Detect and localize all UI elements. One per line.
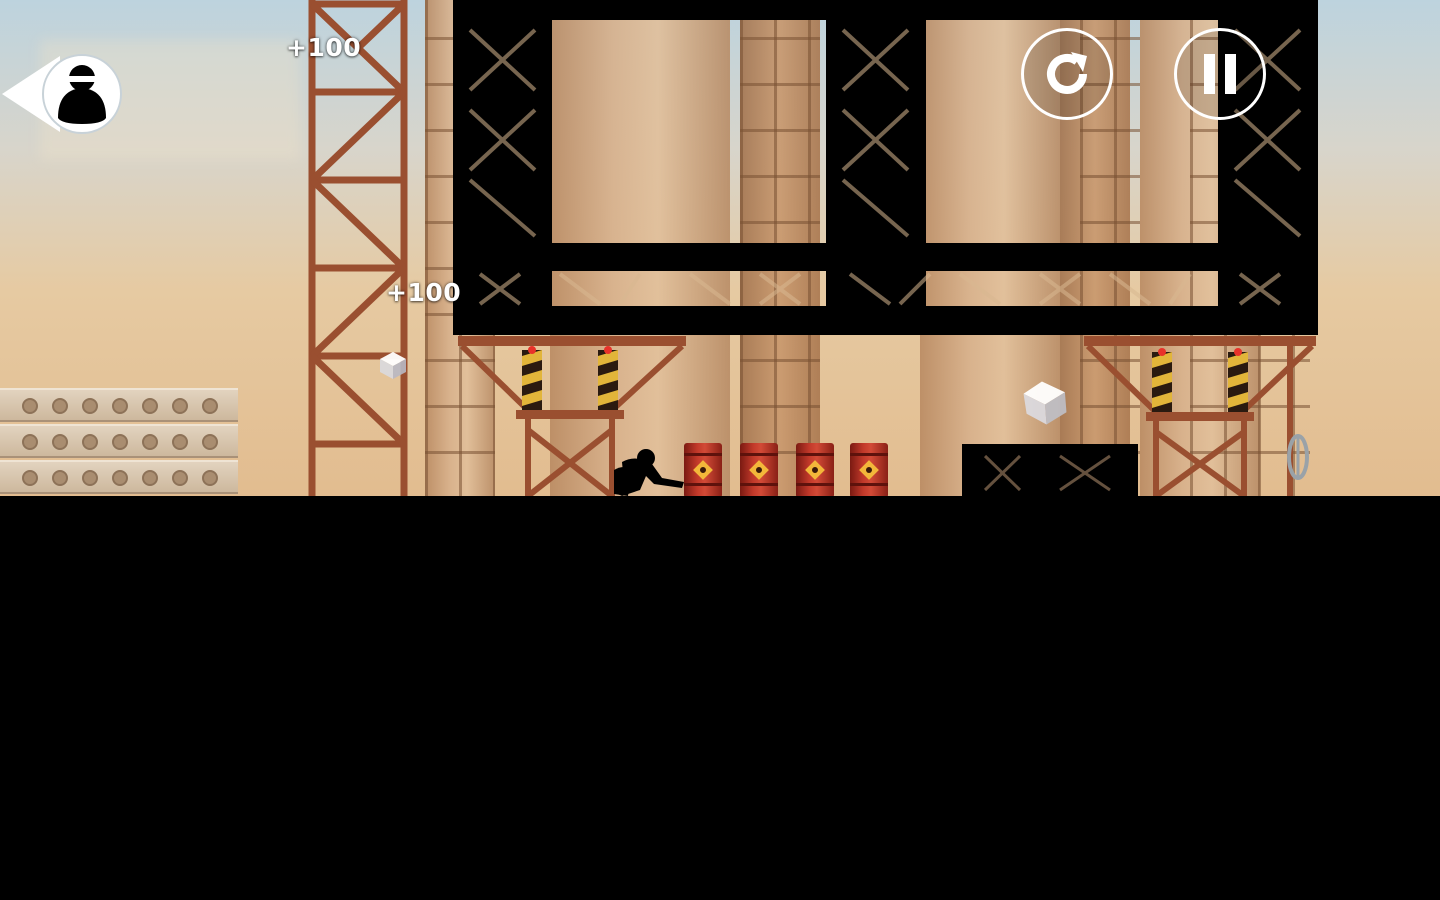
black-crate-frame [962,444,1138,500]
flammable-icon [805,460,825,480]
crane-tower [308,0,408,498]
fuel-barrel [796,443,834,498]
pause-button[interactable] [1174,28,1266,120]
fuel-barrel [850,443,888,498]
flammable-icon [859,460,879,480]
flammable-icon [749,460,769,480]
runner-silhouette [614,449,684,496]
score-popup: +100 [386,278,462,307]
bonus-cube [380,352,406,379]
flammable-icon [693,460,713,480]
score-popup: +100 [286,33,362,62]
restart-icon [1047,52,1087,94]
hazard-post [522,346,618,410]
ground-platform [0,496,1440,900]
chaser-indicator-button[interactable] [0,52,125,136]
game-scene: +100 +100 [0,0,1440,900]
fuel-barrel [684,443,722,498]
fuel-barrel [740,443,778,498]
chase-back-arrow-icon [2,54,122,134]
pause-icon [1204,54,1236,94]
hazard-post [1152,348,1248,412]
restart-button[interactable] [1021,28,1113,120]
bonus-cube [1023,381,1067,425]
